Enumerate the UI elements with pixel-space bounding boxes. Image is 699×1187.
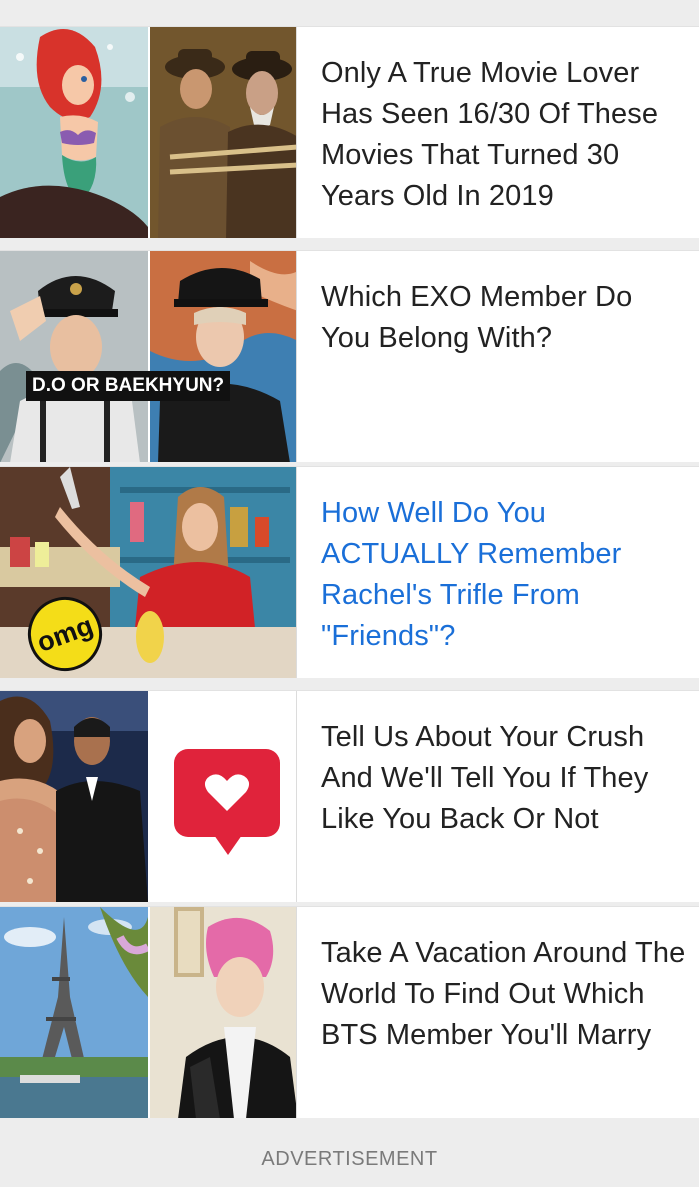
quiz-card-crush[interactable]: Tell Us About Your Crush And We'll Tell … (0, 690, 699, 902)
do-exo-image[interactable] (0, 251, 148, 462)
quiz-card-exo[interactable]: D.O OR BAEKHYUN? Which EXO Member Do You… (0, 250, 699, 462)
eiffel-tower-image[interactable] (0, 907, 148, 1118)
little-mermaid-image[interactable] (0, 27, 148, 238)
bts-member-image[interactable] (148, 907, 296, 1118)
quiz-title[interactable]: Take A Vacation Around The World To Find… (297, 907, 699, 1118)
heart-bubble-thumb[interactable] (148, 691, 296, 902)
thumbnail-group[interactable] (0, 691, 297, 902)
quiz-title[interactable]: How Well Do You ACTUALLY Remember Rachel… (297, 467, 699, 678)
exo-overlay-text: D.O OR BAEKHYUN? (26, 371, 231, 401)
advertisement-label: ADVERTISEMENT (261, 1148, 438, 1170)
indiana-jones-image[interactable] (148, 27, 296, 238)
quiz-title[interactable]: Tell Us About Your Crush And We'll Tell … (297, 691, 699, 902)
thumbnail-group[interactable] (0, 27, 297, 238)
thumbnail-group[interactable]: omg (0, 467, 297, 682)
thumbnail-group[interactable]: D.O OR BAEKHYUN? (0, 251, 297, 462)
quiz-card-bts-vacation[interactable]: Take A Vacation Around The World To Find… (0, 906, 699, 1118)
thumbnail-group[interactable] (0, 907, 297, 1118)
baekhyun-exo-image[interactable] (148, 251, 296, 462)
quiz-title[interactable]: Which EXO Member Do You Belong With? (297, 251, 699, 462)
quiz-card-movies[interactable]: Only A True Movie Lover Has Seen 16/30 O… (0, 26, 699, 238)
couple-image[interactable] (0, 691, 148, 902)
quiz-card-rachel-trifle[interactable]: omg How Well Do You ACTUALLY Remember Ra… (0, 466, 699, 682)
quiz-title[interactable]: Only A True Movie Lover Has Seen 16/30 O… (297, 27, 699, 238)
heart-bubble-icon (174, 749, 280, 855)
